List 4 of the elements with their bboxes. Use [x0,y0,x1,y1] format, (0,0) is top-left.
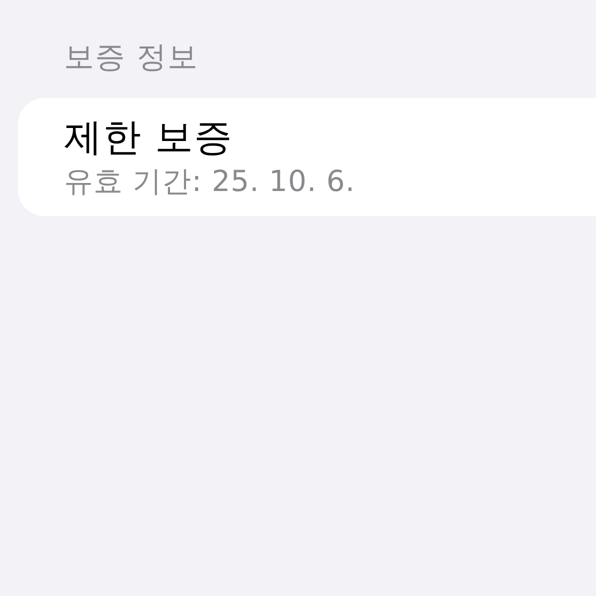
warranty-title: 제한 보증 [64,114,234,161]
warranty-card[interactable]: 제한 보증 유효 기간: 25. 10. 6. [18,98,596,216]
section-header: 보증 정보 [64,39,200,77]
expiry-date: 유효 기간: 25. 10. 6. [64,163,356,200]
